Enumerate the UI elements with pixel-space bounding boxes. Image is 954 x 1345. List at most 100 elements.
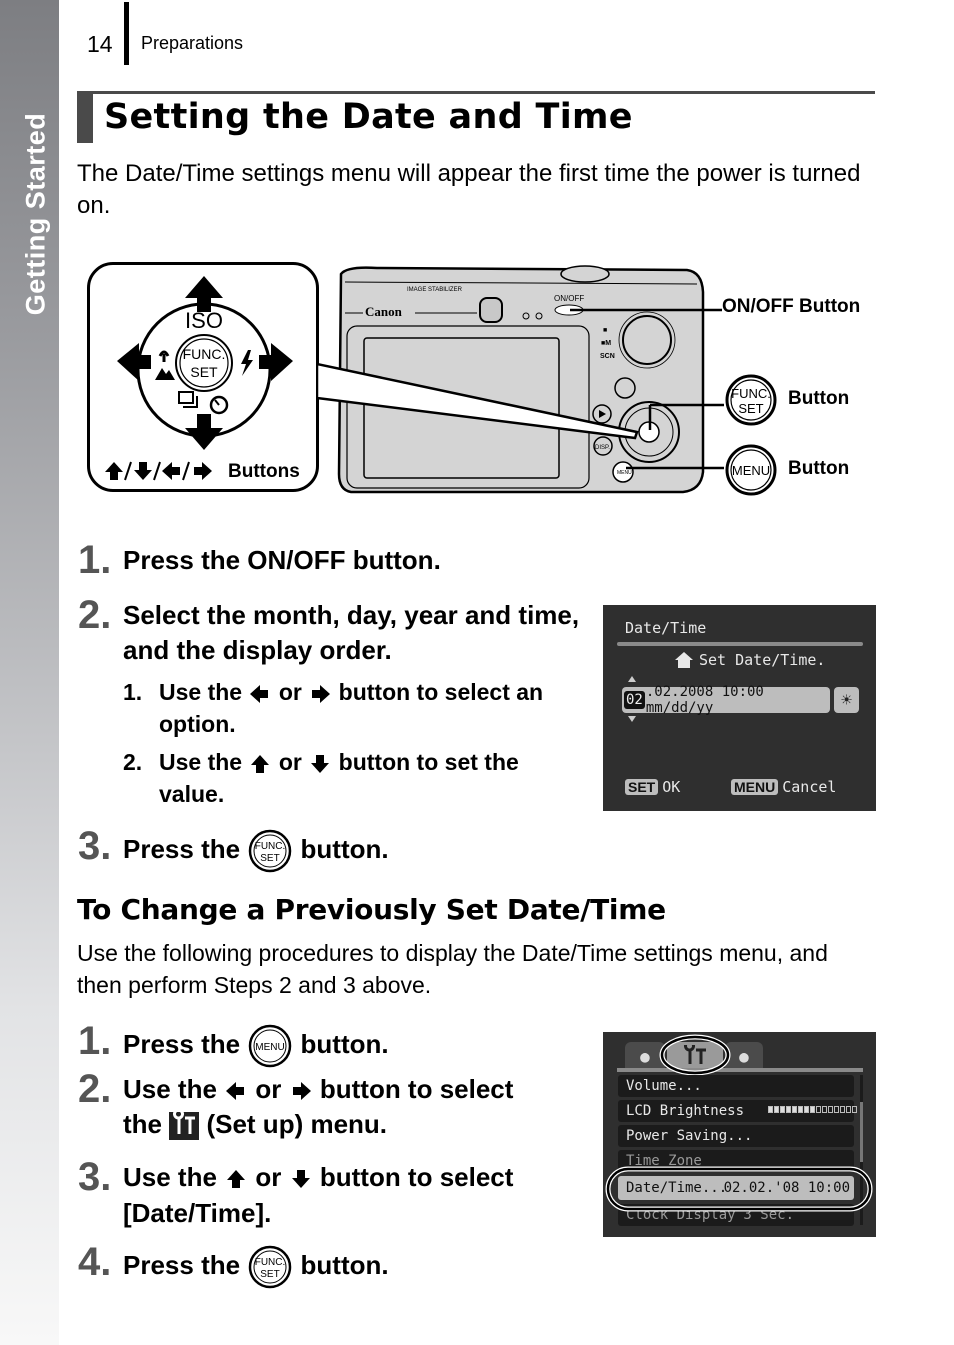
- brightness-segment: [804, 1106, 809, 1113]
- brightness-segment: [792, 1106, 797, 1113]
- down-arrow-icon: [291, 1170, 310, 1189]
- step-text-line2: [Date/Time].: [123, 1198, 272, 1228]
- step-text: Press the FUNC. SET button.: [123, 1245, 389, 1289]
- brightness-segment: [822, 1106, 827, 1113]
- dpad-left-arrow-icon: [117, 343, 151, 381]
- header-divider: [124, 2, 129, 65]
- callout-lines: [570, 308, 724, 470]
- svg-text:FUNC.: FUNC.: [731, 386, 771, 401]
- step-text: Use the or button to select: [123, 1162, 514, 1192]
- menu-scrollbar-thumb: [860, 1102, 863, 1162]
- left-arrow-icon: [250, 684, 269, 703]
- brightness-gauge: [768, 1106, 857, 1113]
- chapter-tab: Getting Started: [0, 0, 59, 1345]
- step-number: 3.: [78, 824, 112, 868]
- right-arrow-icon: [292, 1082, 311, 1101]
- lcd-title-rule: [617, 642, 863, 646]
- lcd-hint: Set Date/Time.: [675, 651, 825, 669]
- step-number: 3.: [78, 1155, 112, 1199]
- step-text: Select the month, day, year and time, an…: [123, 600, 580, 665]
- onoff-button-callout: ON/OFF Button: [722, 296, 861, 317]
- dpad-right-arrow-icon: [259, 343, 293, 381]
- sun-icon: ☀: [834, 687, 859, 713]
- page-number: 14: [87, 31, 113, 57]
- page-title: Setting the Date and Time: [104, 97, 633, 137]
- macro-icon: [158, 350, 170, 362]
- lcd-title: Date/Time: [625, 619, 707, 637]
- up-arrow-icon: [251, 754, 270, 773]
- brightness-segment: [840, 1106, 845, 1113]
- brightness-segment: [816, 1106, 821, 1113]
- set-label: SET: [190, 364, 218, 380]
- func-set-icon: FUNC. SET: [249, 829, 292, 873]
- svg-text:SET: SET: [738, 401, 763, 416]
- step-text-line2: the (Set up) menu.: [123, 1109, 388, 1141]
- stabilizer-marking: IMAGE STABILIZER: [407, 287, 463, 293]
- arrow-buttons-legend: [104, 459, 228, 483]
- menu-icon: MENU: [249, 1024, 292, 1068]
- shutter-button: [560, 265, 610, 283]
- menu-row-lcd-brightness: LCD Brightness: [618, 1100, 857, 1122]
- lcd-up-indicator: [628, 676, 636, 682]
- setup-menu-lcd-screen: ● ● Volume... LCD Brightness Power Savin…: [603, 1032, 876, 1237]
- arrow-legend-icons: [105, 461, 212, 481]
- sub-step-number: 2.: [123, 749, 143, 775]
- step-number: 1.: [78, 538, 112, 582]
- iso-label: ISO: [185, 308, 223, 333]
- menu-callout-icon: MENU: [725, 444, 777, 496]
- svg-text:FUNC.: FUNC.: [255, 841, 286, 852]
- step-text: Press the FUNC. SET button.: [123, 829, 389, 873]
- step-number: 2.: [78, 593, 112, 637]
- sub-step-text: Use the or button to select an option.: [159, 679, 544, 737]
- func-set-button-callout: Button: [788, 388, 850, 409]
- menu-row-volume: Volume...: [618, 1075, 854, 1097]
- func-label: FUNC.: [183, 346, 226, 362]
- menu-row-power-saving: Power Saving...: [618, 1125, 854, 1147]
- selected-month-field: 02: [624, 691, 645, 709]
- dpad-down-arrow-icon: [185, 414, 223, 450]
- sub-step-number: 1.: [123, 679, 143, 705]
- section-name: Preparations: [141, 33, 244, 53]
- left-arrow-icon: [226, 1082, 245, 1101]
- brightness-segment: [774, 1106, 779, 1113]
- brightness-segment: [768, 1106, 773, 1113]
- brightness-segment: [846, 1106, 851, 1113]
- datetime-value-field: 02 .02.2008 10:00 mm/dd/yy: [622, 684, 830, 716]
- svg-text:SET: SET: [261, 853, 280, 864]
- left-arrow-icon: [162, 462, 180, 480]
- datetime-lcd-screen: Date/Time Set Date/Time. 02 .02.2008 10:…: [603, 605, 876, 811]
- func-set-icon: FUNC. SET: [249, 1245, 292, 1289]
- lcd-ok-hint: SET OK: [625, 778, 680, 796]
- brightness-segment: [852, 1106, 857, 1113]
- svg-text:MENU: MENU: [256, 1042, 285, 1053]
- step-text: Press the ON/OFF button.: [123, 545, 441, 575]
- svg-text:SET: SET: [261, 1269, 280, 1280]
- down-arrow-icon: [134, 462, 152, 480]
- func-set-callout-icon: FUNC. SET: [725, 374, 777, 426]
- dpad-buttons-label: Buttons: [228, 461, 300, 482]
- down-arrow-icon: [311, 754, 330, 773]
- step-number: 1.: [78, 1019, 112, 1063]
- step-text: Press the MENU button.: [123, 1024, 389, 1068]
- home-icon: [675, 652, 693, 668]
- brightness-segment: [780, 1106, 785, 1113]
- title-accent-bar: [77, 91, 93, 143]
- brightness-segment: [828, 1106, 833, 1113]
- lcd-down-indicator: [628, 716, 636, 722]
- canon-logo: Canon: [365, 304, 403, 319]
- tab-bar-rule: [617, 1068, 863, 1072]
- brightness-segment: [798, 1106, 803, 1113]
- up-arrow-icon: [105, 462, 123, 480]
- func-set-button-icon: [175, 334, 233, 392]
- step-number: 2.: [78, 1067, 112, 1111]
- step-text: Use the or button to select: [123, 1074, 514, 1104]
- lcd-cancel-hint: MENU Cancel: [731, 778, 836, 796]
- brightness-segment: [786, 1106, 791, 1113]
- intro-paragraph: The Date/Time settings menu will appear …: [77, 160, 861, 219]
- setup-tab-highlight-ring: [659, 1034, 731, 1076]
- right-arrow-icon: [194, 462, 212, 480]
- chapter-tab-label: Getting Started: [20, 112, 51, 316]
- landscape-icon: [155, 368, 175, 380]
- up-arrow-icon: [227, 1170, 246, 1189]
- date-time-highlight-ring: [605, 1166, 873, 1212]
